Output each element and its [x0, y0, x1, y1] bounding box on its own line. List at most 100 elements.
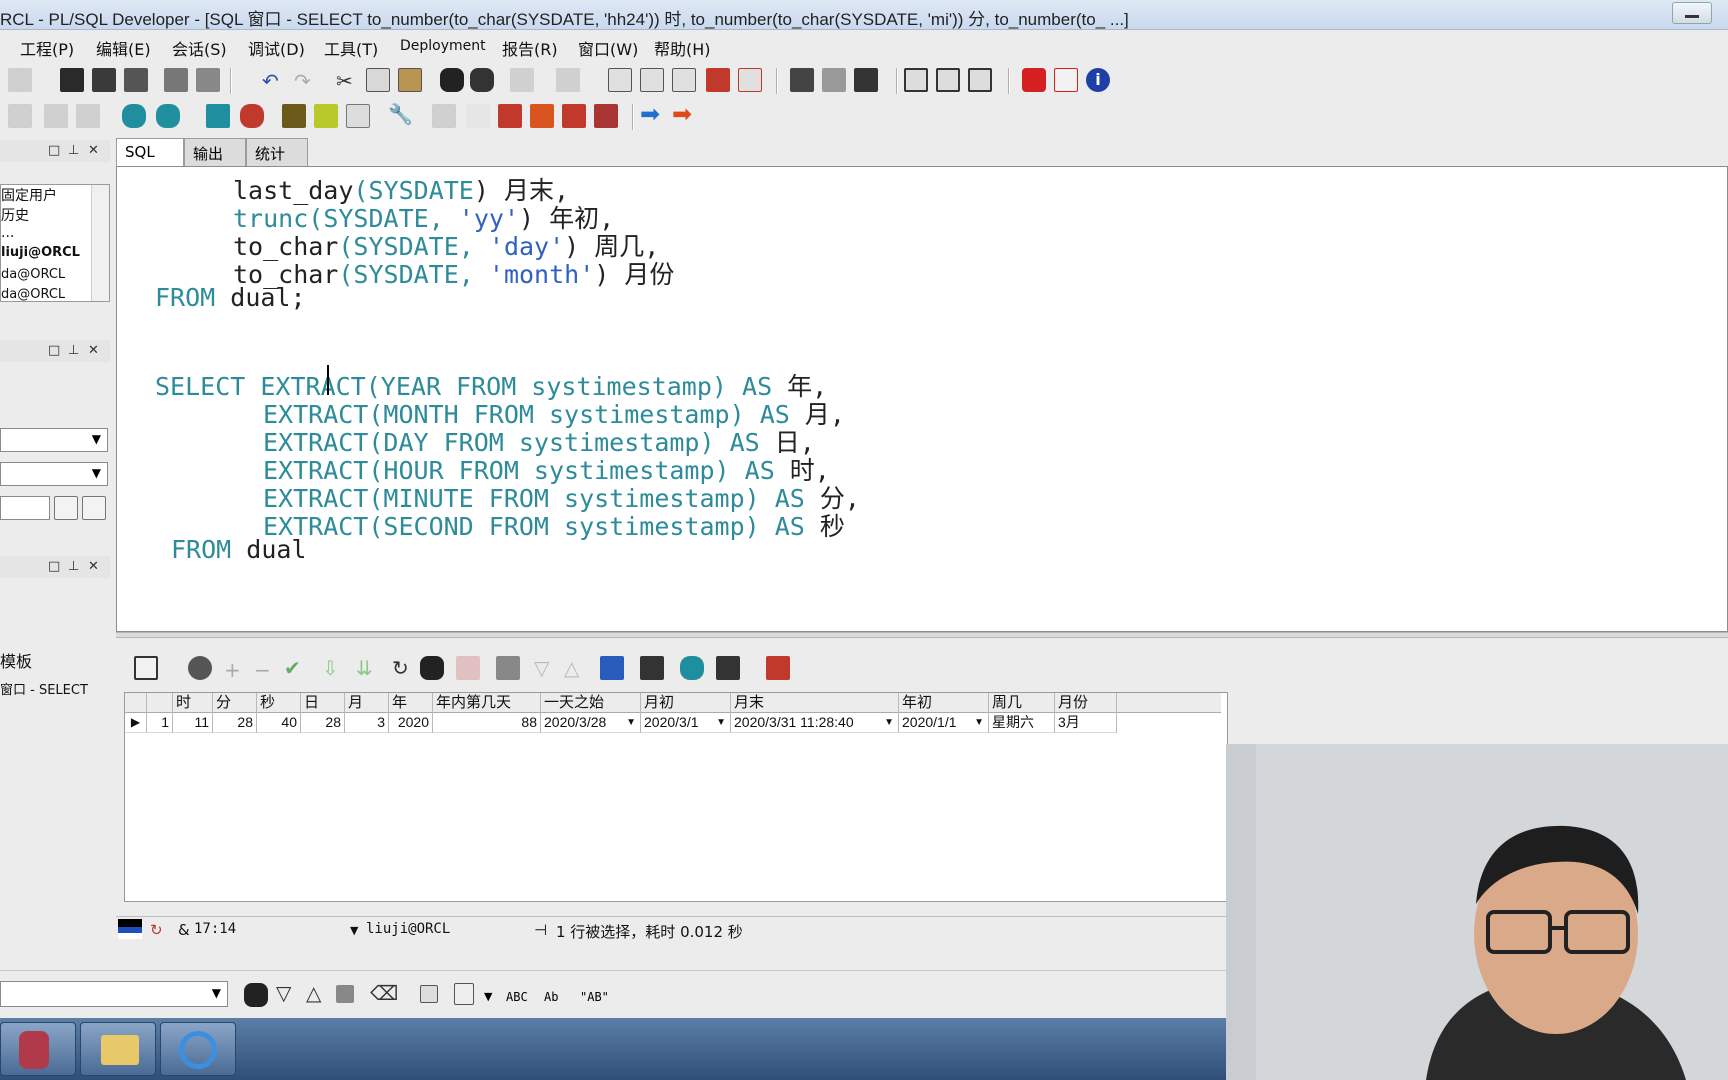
task-internet-explorer[interactable] [160, 1022, 236, 1076]
cut-icon[interactable]: ✂ [336, 71, 353, 91]
templates-label[interactable]: 模板 [0, 648, 32, 670]
import-icon[interactable] [738, 68, 762, 92]
find-icon[interactable] [420, 656, 444, 680]
session-icon[interactable] [206, 104, 230, 128]
pin-icon[interactable]: ⊥ [68, 559, 79, 574]
column-header[interactable]: 秒 [257, 693, 301, 713]
chart-icon[interactable] [716, 656, 740, 680]
list-item[interactable]: da@ORCL [1, 287, 65, 301]
execute-icon[interactable] [122, 104, 146, 128]
editor-splitter[interactable] [116, 632, 1728, 638]
menu-debug[interactable]: 调试(D) [248, 36, 305, 60]
menu-help[interactable]: 帮助(H) [654, 36, 711, 60]
pin-icon[interactable]: ⊥ [68, 143, 79, 158]
menu-window[interactable]: 窗口(W) [578, 36, 638, 60]
info-icon[interactable]: i [1086, 68, 1110, 92]
debug-icon[interactable] [498, 104, 522, 128]
close-icon[interactable]: ✕ [88, 343, 99, 358]
table-row[interactable]: ▶ 1 11 28 40 28 3 2020 88 2020/3/28 ▼ 202… [125, 713, 1117, 733]
post-changes-icon[interactable]: ✔ [284, 658, 301, 678]
find-icon[interactable] [440, 68, 464, 92]
menu-edit[interactable]: 编辑(E) [96, 36, 151, 60]
table-cell[interactable]: 2020/3/28 ▼ [541, 713, 641, 733]
print-icon[interactable] [164, 68, 188, 92]
export-icon[interactable] [706, 68, 730, 92]
connection-status[interactable]: liuji@ORCL [366, 921, 450, 937]
document-icon[interactable] [346, 104, 370, 128]
table-cell[interactable]: 3 [345, 713, 389, 733]
tools-icon[interactable] [282, 104, 306, 128]
table-cell[interactable]: 28 [213, 713, 257, 733]
task-plsql-developer[interactable] [0, 1022, 76, 1076]
step-icon[interactable] [594, 104, 618, 128]
dropdown-arrow-icon[interactable]: ▼ [884, 713, 894, 732]
table-cell[interactable]: 40 [257, 713, 301, 733]
redo-icon[interactable]: ↷ [294, 71, 311, 91]
nav-forward-icon[interactable] [556, 68, 580, 92]
window-list-icon[interactable] [904, 68, 928, 92]
beautify-icon[interactable] [822, 68, 846, 92]
fetch-next-icon[interactable]: ⇩ [322, 658, 339, 678]
save-all-icon[interactable] [124, 68, 148, 92]
close-icon[interactable]: ✕ [88, 559, 99, 574]
filter-up-icon[interactable]: △ [564, 658, 579, 678]
eraser-icon[interactable] [466, 104, 490, 128]
report-icon[interactable] [314, 104, 338, 128]
selection-icon[interactable] [420, 985, 438, 1003]
whole-word-toggle[interactable]: Ab [544, 987, 558, 1007]
match-case-toggle[interactable]: ABC [506, 987, 528, 1007]
copy-icon[interactable] [366, 68, 390, 92]
column-header[interactable]: 月份 [1055, 693, 1117, 713]
chevron-down-icon[interactable]: ▼ [212, 986, 221, 1000]
table-cell[interactable]: 2020/3/31 11:28:40 ▼ [731, 713, 899, 733]
column-header[interactable]: 年内第几天 [433, 693, 541, 713]
column-header[interactable]: 年初 [899, 693, 989, 713]
tab-sql[interactable]: SQL [116, 138, 184, 168]
commit-disabled-icon[interactable] [44, 104, 68, 128]
dropdown-arrow-icon[interactable]: ▼ [716, 713, 726, 732]
column-header[interactable]: 月初 [641, 693, 731, 713]
explain-plan-icon[interactable] [790, 68, 814, 92]
menu-reports[interactable]: 报告(R) [502, 36, 558, 60]
sql-editor[interactable]: last_day(SYSDATE) 月末, trunc(SYSDATE, 'yy… [116, 166, 1728, 632]
tab-output[interactable]: 输出 [184, 138, 246, 166]
grid-view-icon[interactable] [134, 656, 158, 680]
menu-session[interactable]: 会话(S) [172, 36, 227, 60]
table-cell[interactable]: 3月 [1055, 713, 1117, 733]
restore-icon[interactable]: □ [48, 143, 60, 158]
list-item[interactable]: 历史 [1, 205, 29, 225]
filter-down-icon[interactable]: ▽ [534, 658, 549, 678]
find-previous-icon[interactable]: △ [306, 983, 321, 1003]
refresh-icon[interactable]: ↻ [392, 658, 409, 678]
save-as-icon[interactable] [92, 68, 116, 92]
rollback-disabled-icon[interactable] [76, 104, 100, 128]
list-item[interactable]: da@ORCL [1, 267, 65, 282]
table-cell[interactable]: 11 [173, 713, 213, 733]
object-type-dropdown[interactable]: ▼ [0, 428, 108, 452]
add-row-icon[interactable]: + [224, 660, 241, 680]
menu-project[interactable]: 工程(P) [20, 36, 74, 60]
menu-tools[interactable]: 工具(T) [324, 36, 378, 60]
save-icon[interactable] [60, 68, 84, 92]
save-results-icon[interactable] [640, 656, 664, 680]
logoff-icon[interactable] [240, 104, 264, 128]
new-icon[interactable] [8, 104, 32, 128]
column-header[interactable]: 一天之始 [541, 693, 641, 713]
tab-statistics[interactable]: 统计 [246, 138, 308, 166]
list-item-current-connection[interactable]: liuji@ORCL [1, 245, 80, 260]
dropdown-arrow-icon[interactable]: ▼ [626, 713, 636, 732]
window-list-item[interactable]: 窗口 - SELECT [0, 679, 88, 698]
nav-back-icon[interactable] [510, 68, 534, 92]
column-header[interactable]: 时 [173, 693, 213, 713]
list-item[interactable]: ... [1, 225, 14, 241]
chevron-down-icon[interactable]: ▼ [484, 987, 492, 1007]
table-cell[interactable]: 88 [433, 713, 541, 733]
clear-icon[interactable]: ⌫ [370, 983, 398, 1003]
properties-button[interactable] [82, 496, 106, 520]
comment-icon[interactable] [672, 68, 696, 92]
task-file-explorer[interactable] [80, 1022, 156, 1076]
restore-icon[interactable]: □ [48, 343, 60, 358]
highlight-icon[interactable] [336, 985, 354, 1003]
find-next-icon[interactable]: ▽ [276, 983, 291, 1003]
clear-icon[interactable] [456, 656, 480, 680]
